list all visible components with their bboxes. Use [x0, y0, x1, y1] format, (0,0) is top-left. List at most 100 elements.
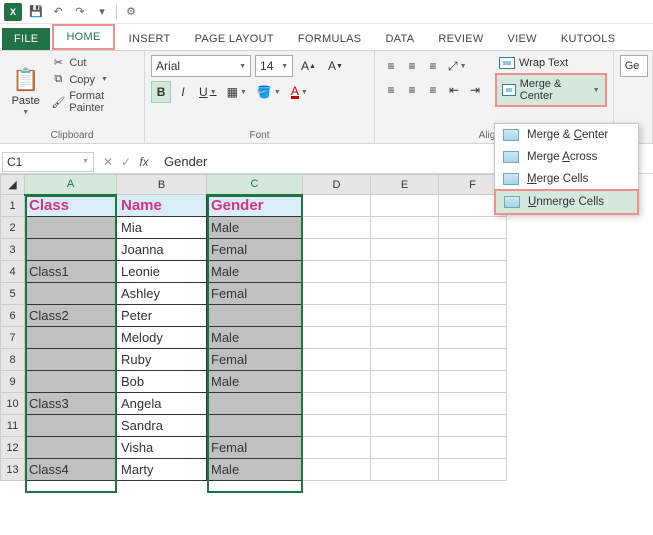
- font-size-select[interactable]: 14▼: [255, 55, 293, 77]
- cell[interactable]: [371, 459, 439, 481]
- cell[interactable]: [371, 371, 439, 393]
- cell-a1[interactable]: Class: [25, 195, 117, 217]
- cell-a7[interactable]: [25, 327, 117, 349]
- row-header[interactable]: 13: [1, 459, 25, 481]
- cell[interactable]: [303, 217, 371, 239]
- tab-insert[interactable]: INSERT: [117, 28, 183, 50]
- align-right-button[interactable]: ≡: [423, 79, 443, 101]
- tab-data[interactable]: DATA: [373, 28, 426, 50]
- row-header[interactable]: 5: [1, 283, 25, 305]
- cell-b12[interactable]: Visha: [117, 437, 207, 459]
- grow-font-button[interactable]: A▲: [297, 55, 320, 77]
- cell[interactable]: [439, 459, 507, 481]
- cell[interactable]: [303, 371, 371, 393]
- fx-icon[interactable]: fx: [136, 155, 152, 169]
- cell-a10[interactable]: Class3: [25, 393, 117, 415]
- cell-b3[interactable]: Joanna: [117, 239, 207, 261]
- col-header-e[interactable]: E: [371, 175, 439, 195]
- cell[interactable]: [371, 327, 439, 349]
- font-name-select[interactable]: Arial▼: [151, 55, 251, 77]
- cell-c4[interactable]: Male: [207, 261, 303, 283]
- cell-b7[interactable]: Melody: [117, 327, 207, 349]
- col-header-c[interactable]: C: [207, 175, 303, 195]
- number-format-select[interactable]: Ge: [620, 55, 648, 77]
- cell-a4[interactable]: Class1: [25, 261, 117, 283]
- row-header[interactable]: 9: [1, 371, 25, 393]
- cut-button[interactable]: ✂Cut: [49, 55, 138, 70]
- cell[interactable]: [303, 283, 371, 305]
- cell-c8[interactable]: Femal: [207, 349, 303, 371]
- row-header[interactable]: 10: [1, 393, 25, 415]
- cell-c7[interactable]: Male: [207, 327, 303, 349]
- cell[interactable]: [439, 371, 507, 393]
- menu-unmerge-cells[interactable]: Unmerge Cells: [494, 189, 639, 215]
- kutools-icon[interactable]: ⚙: [123, 4, 139, 20]
- cell[interactable]: [439, 261, 507, 283]
- cell-a11[interactable]: [25, 415, 117, 437]
- cell[interactable]: [303, 239, 371, 261]
- row-header[interactable]: 2: [1, 217, 25, 239]
- cell[interactable]: [439, 239, 507, 261]
- borders-button[interactable]: ▦▼: [223, 81, 251, 103]
- cell[interactable]: [303, 415, 371, 437]
- cell-c3[interactable]: Femal: [207, 239, 303, 261]
- cell[interactable]: [371, 217, 439, 239]
- cell[interactable]: [439, 327, 507, 349]
- cell-b11[interactable]: Sandra: [117, 415, 207, 437]
- row-header[interactable]: 1: [1, 195, 25, 217]
- align-bottom-button[interactable]: ≡: [423, 55, 443, 77]
- row-header[interactable]: 8: [1, 349, 25, 371]
- name-box[interactable]: C1▼: [2, 152, 94, 172]
- col-header-b[interactable]: B: [117, 175, 207, 195]
- worksheet-grid[interactable]: ◢ A B C D E F 1 Class Name Gender 2MiaMa…: [0, 174, 653, 481]
- cell[interactable]: [303, 195, 371, 217]
- cell-a2[interactable]: [25, 217, 117, 239]
- redo-icon[interactable]: ↷: [72, 4, 88, 20]
- cell[interactable]: [303, 393, 371, 415]
- cell[interactable]: [439, 349, 507, 371]
- cell[interactable]: [439, 217, 507, 239]
- menu-merge-cells[interactable]: Merge Cells: [495, 168, 638, 190]
- align-middle-button[interactable]: ≡: [402, 55, 422, 77]
- cancel-icon[interactable]: ✕: [100, 155, 116, 169]
- cell[interactable]: [303, 327, 371, 349]
- cell-a13[interactable]: Class4: [25, 459, 117, 481]
- cell-b9[interactable]: Bob: [117, 371, 207, 393]
- row-header[interactable]: 3: [1, 239, 25, 261]
- shrink-font-button[interactable]: A▼: [324, 55, 347, 77]
- fill-color-button[interactable]: 🪣▼: [253, 81, 285, 103]
- tab-review[interactable]: REVIEW: [426, 28, 495, 50]
- cell[interactable]: [303, 459, 371, 481]
- cell-b8[interactable]: Ruby: [117, 349, 207, 371]
- wrap-text-button[interactable]: Wrap Text: [495, 55, 607, 71]
- cell-c12[interactable]: Femal: [207, 437, 303, 459]
- cell[interactable]: [371, 239, 439, 261]
- menu-merge-center[interactable]: Merge & Center: [495, 124, 638, 146]
- cell-a12[interactable]: [25, 437, 117, 459]
- bold-button[interactable]: B: [151, 81, 171, 103]
- cell[interactable]: [371, 261, 439, 283]
- decrease-indent-button[interactable]: ⇤: [444, 79, 464, 101]
- cell-b6[interactable]: Peter: [117, 305, 207, 327]
- cell-b1[interactable]: Name: [117, 195, 207, 217]
- row-header[interactable]: 6: [1, 305, 25, 327]
- tab-home[interactable]: HOME: [52, 24, 114, 50]
- orientation-button[interactable]: ⤢▼: [444, 55, 471, 77]
- cell-b5[interactable]: Ashley: [117, 283, 207, 305]
- format-painter-button[interactable]: 🖌Format Painter: [49, 89, 138, 115]
- cell-a6[interactable]: Class2: [25, 305, 117, 327]
- cell[interactable]: [371, 349, 439, 371]
- cell[interactable]: [371, 195, 439, 217]
- cell[interactable]: [439, 305, 507, 327]
- cell-b4[interactable]: Leonie: [117, 261, 207, 283]
- tab-kutools[interactable]: KUTOOLS: [549, 28, 627, 50]
- paste-button[interactable]: 📋 Paste ▼: [6, 55, 45, 128]
- align-left-button[interactable]: ≡: [381, 79, 401, 101]
- cell-a5[interactable]: [25, 283, 117, 305]
- menu-merge-across[interactable]: Merge Across: [495, 146, 638, 168]
- cell-a9[interactable]: [25, 371, 117, 393]
- italic-button[interactable]: I: [173, 81, 193, 103]
- col-header-a[interactable]: A: [25, 175, 117, 195]
- cell-c11[interactable]: [207, 415, 303, 437]
- cell-c10[interactable]: [207, 393, 303, 415]
